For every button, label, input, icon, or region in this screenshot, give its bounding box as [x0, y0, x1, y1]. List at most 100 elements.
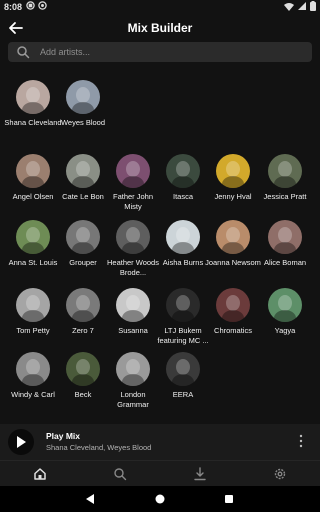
artist-name: Yagya: [274, 326, 296, 335]
artist-avatar: [166, 154, 200, 188]
notification-icons: [26, 1, 47, 10]
artist-avatar: [66, 352, 100, 386]
avatar-body-shape: [122, 310, 144, 322]
artist-avatar: [66, 154, 100, 188]
avatar-face-shape: [126, 359, 140, 375]
page-title: Mix Builder: [127, 21, 193, 35]
avatar-body-shape: [172, 176, 194, 188]
artist-avatar: [16, 352, 50, 386]
artist-avatar: [268, 154, 302, 188]
avatar-face-shape: [76, 295, 90, 311]
artist-avatar: [166, 220, 200, 254]
avatar-face-shape: [76, 87, 90, 103]
artist-avatar: [166, 352, 200, 386]
avatar-body-shape: [122, 176, 144, 188]
status-bar: 8:08: [0, 0, 320, 14]
artist-avatar: [66, 80, 100, 114]
artist-avatar: [116, 288, 150, 322]
player-subtitle: Shana Cleveland, Weyes Blood: [46, 443, 152, 452]
avatar-face-shape: [278, 161, 292, 177]
artist-name: Chromatics: [214, 326, 252, 335]
artist-name: Jenny Hval: [214, 192, 252, 201]
search-input[interactable]: [38, 46, 292, 58]
search-icon: [17, 46, 30, 59]
artist-tile[interactable]: EERA: [154, 352, 212, 400]
search-icon[interactable]: [113, 467, 127, 481]
avatar-body-shape: [222, 242, 244, 254]
avatar-body-shape: [122, 242, 144, 254]
avatar-body-shape: [172, 310, 194, 322]
artist-avatar: [268, 220, 302, 254]
avatar-body-shape: [274, 310, 296, 322]
play-button[interactable]: [8, 429, 34, 455]
avatar-face-shape: [176, 295, 190, 311]
avatar-body-shape: [22, 176, 44, 188]
notification-app-icon: [26, 1, 35, 10]
avatar-face-shape: [226, 295, 240, 311]
signal-icon: [298, 2, 306, 10]
wifi-icon: [284, 2, 294, 11]
notification-at-icon: [38, 1, 47, 10]
search-bar[interactable]: [8, 42, 312, 62]
bottom-navigation: [0, 460, 320, 487]
artist-avatar: [16, 220, 50, 254]
artist-avatar: [116, 220, 150, 254]
mini-player[interactable]: Play Mix Shana Cleveland, Weyes Blood: [0, 424, 320, 460]
artist-tile[interactable]: Joanna Newsom: [204, 220, 262, 268]
avatar-face-shape: [26, 87, 40, 103]
artist-avatar: [16, 154, 50, 188]
artist-tile[interactable]: Chromatics: [204, 288, 262, 336]
artist-name: Jessica Pratt: [263, 192, 307, 201]
avatar-face-shape: [126, 161, 140, 177]
system-navigation-bar: [0, 486, 320, 512]
avatar-body-shape: [274, 242, 296, 254]
avatar-face-shape: [76, 161, 90, 177]
artist-avatar: [16, 288, 50, 322]
system-recents-icon[interactable]: [223, 493, 235, 505]
avatar-body-shape: [22, 310, 44, 322]
avatar-face-shape: [26, 295, 40, 311]
artist-name: Weyes Blood: [60, 118, 106, 127]
avatar-face-shape: [176, 359, 190, 375]
avatar-body-shape: [172, 242, 194, 254]
avatar-face-shape: [26, 161, 40, 177]
home-icon[interactable]: [33, 467, 47, 481]
avatar-body-shape: [222, 176, 244, 188]
battery-icon: [310, 1, 316, 11]
avatar-face-shape: [76, 359, 90, 375]
app-header: Mix Builder: [0, 14, 320, 42]
system-home-icon[interactable]: [154, 493, 166, 505]
artist-name: Joanna Newsom: [205, 258, 261, 267]
avatar-body-shape: [22, 242, 44, 254]
download-icon[interactable]: [193, 467, 207, 481]
artist-avatar: [268, 288, 302, 322]
artist-tile[interactable]: Jessica Pratt: [256, 154, 314, 202]
avatar-face-shape: [278, 295, 292, 311]
avatar-body-shape: [72, 374, 94, 386]
avatar-body-shape: [22, 374, 44, 386]
artist-avatar: [166, 288, 200, 322]
artist-name: EERA: [172, 390, 194, 399]
artist-tile[interactable]: Jenny Hval: [204, 154, 262, 202]
player-title: Play Mix: [46, 431, 81, 441]
avatar-face-shape: [126, 227, 140, 243]
artist-tile[interactable]: Weyes Blood: [54, 80, 112, 128]
avatar-face-shape: [278, 227, 292, 243]
more-options-icon[interactable]: [298, 434, 304, 448]
avatar-body-shape: [72, 102, 94, 114]
avatar-face-shape: [76, 227, 90, 243]
avatar-face-shape: [226, 227, 240, 243]
artist-avatar: [116, 352, 150, 386]
system-back-icon[interactable]: [84, 493, 96, 505]
avatar-body-shape: [172, 374, 194, 386]
artist-avatar: [216, 288, 250, 322]
artist-tile[interactable]: Yagya: [256, 288, 314, 336]
artist-avatar: [216, 220, 250, 254]
artist-avatar: [116, 154, 150, 188]
status-time: 8:08: [4, 2, 23, 12]
artist-avatar: [216, 154, 250, 188]
artist-tile[interactable]: Alice Boman: [256, 220, 314, 268]
artist-avatar: [66, 288, 100, 322]
artist-avatar: [16, 80, 50, 114]
settings-icon[interactable]: [273, 467, 287, 481]
